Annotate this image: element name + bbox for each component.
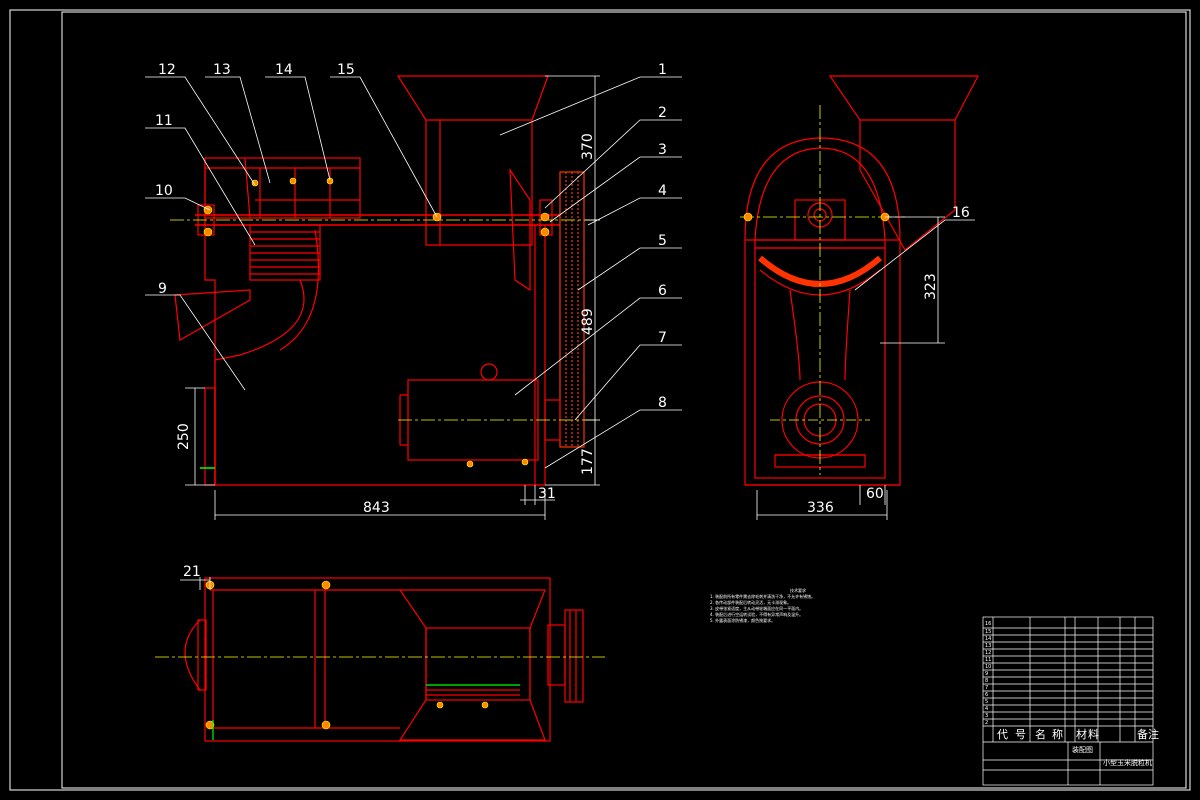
outer-frame [9,9,1191,791]
front-view [174,75,585,486]
label-10: 10 [155,183,173,199]
side-hopper [828,75,979,251]
tb-row-2: 2 [985,720,988,726]
label-9: 9 [158,281,167,297]
tb-col-code-1: 代 [997,728,1008,741]
dim-370: 370 [580,133,596,160]
label-4: 4 [658,183,667,199]
tb-row-12: 12 [985,650,991,656]
tb-col-code-2: 号 [1015,728,1026,741]
assembly-drawing: 12 13 14 15 11 10 9 1 2 3 4 5 6 7 8 16 8… [9,9,1191,791]
note-line-5: 5. 外露表面涂防锈漆，颜色按要求。 [710,617,775,623]
tb-col-remark: 备注 [1137,727,1159,741]
tb-row-6: 6 [985,692,988,698]
label-5: 5 [658,233,667,249]
inner-frame [61,11,1187,789]
lower-box [204,387,216,486]
main-body [204,158,546,486]
tb-row-7: 7 [985,685,988,691]
title-block-text: 代 号 名 称 材 料 备注 装配图 小型玉米脱粒机 16 15 14 13 1… [985,621,1159,767]
label-2: 2 [658,105,667,121]
label-14: 14 [275,62,293,78]
dim-60: 60 [866,486,884,502]
dim-336: 336 [807,500,834,516]
note-line-3: 3. 皮带张紧适度，主从动带轮端面应在同一平面内。 [710,605,803,611]
dim-843: 843 [363,500,390,516]
label-15: 15 [337,62,355,78]
dim-21: 21 [183,564,201,580]
label-6: 6 [658,283,667,299]
discharge-chute [174,289,251,341]
tb-product-name: 小型玉米脱粒机 [1103,758,1152,767]
upper-housing [204,157,361,219]
technical-notes: 技术要求 1. 装配前所有零件需去除毛刺并清洗干净，不允许有锈蚀。 2. 各传动… [710,587,815,623]
note-line-4: 4. 装配后进行空运转试验，不得有异常声响及温升。 [710,611,803,617]
tb-row-8: 8 [985,678,988,684]
tb-col-mat-1: 材 [1076,727,1087,741]
label-12: 12 [158,62,176,78]
top-body [204,577,551,742]
tb-col-name-1: 名 [1035,727,1046,741]
tb-drawing-name: 装配图 [1072,745,1093,754]
note-line-2: 2. 各传动部件装配后转动灵活，无卡滞现象。 [710,599,791,605]
top-hopper [398,589,546,741]
tb-row-4: 4 [985,706,988,712]
top-view [184,577,584,742]
tb-row-3: 3 [985,713,988,719]
bolt-marks-front [203,177,550,468]
tb-col-name-2: 称 [1052,727,1063,741]
dim-489: 489 [580,308,596,335]
dim-323: 323 [923,273,939,300]
label-1: 1 [658,62,667,78]
notes-title: 技术要求 [790,587,806,593]
label-8: 8 [658,395,667,411]
tb-row-5: 5 [985,699,988,705]
label-7: 7 [658,330,667,346]
note-line-1: 1. 装配前所有零件需去除毛刺并清洗干净，不允许有锈蚀。 [710,593,815,599]
label-3: 3 [658,142,667,158]
label-16: 16 [952,205,970,221]
dim-31: 31 [538,486,556,502]
tb-row-10: 10 [985,664,991,670]
tb-row-11: 11 [985,657,991,663]
tb-col-mat-2: 料 [1088,727,1099,741]
label-13: 13 [213,62,231,78]
side-view [744,75,979,486]
tb-row-14: 14 [985,636,991,642]
dim-177: 177 [580,448,596,475]
top-pulley [564,609,584,703]
dim-250: 250 [176,423,192,450]
tb-row-13: 13 [985,643,991,649]
tb-row-16: 16 [985,621,991,627]
label-11: 11 [155,113,173,129]
tb-row-15: 15 [985,629,991,635]
tb-row-9: 9 [985,671,988,677]
